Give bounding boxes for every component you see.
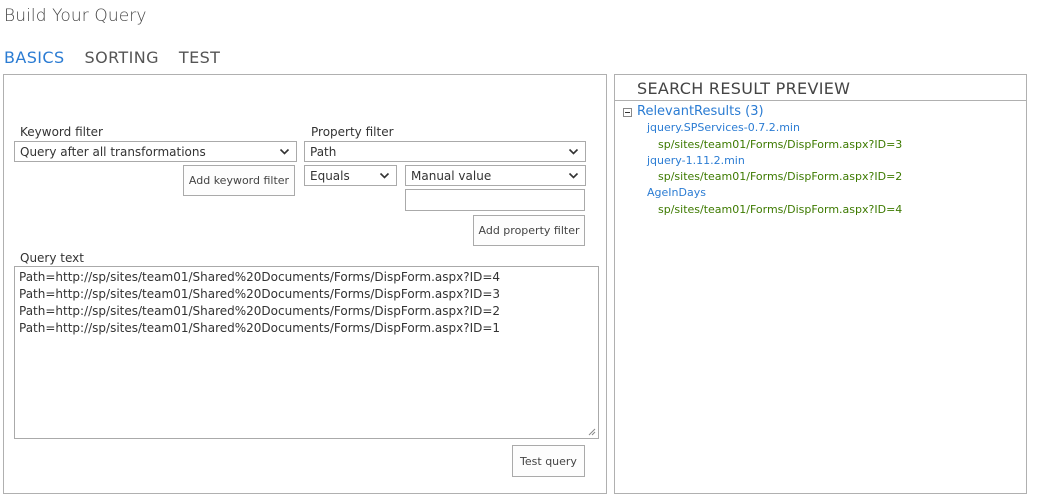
keyword-filter-select[interactable]: Query after all transformations <box>14 141 297 162</box>
tab-test[interactable]: TEST <box>179 48 220 70</box>
property-select-value: Path <box>310 144 337 159</box>
operator-select[interactable]: Equals <box>304 165 397 186</box>
value-mode-select[interactable]: Manual value <box>405 165 586 186</box>
result-tree: RelevantResults (3) jquery.SPServices-0.… <box>623 104 902 218</box>
add-keyword-filter-button[interactable]: Add keyword filter <box>183 165 295 196</box>
resize-grip-icon[interactable] <box>588 428 596 436</box>
result-title[interactable]: AgeInDays <box>623 185 902 201</box>
property-filter-label: Property filter <box>311 125 394 139</box>
property-select[interactable]: Path <box>304 141 586 162</box>
test-query-button[interactable]: Test query <box>512 445 585 477</box>
page-title: Build Your Query <box>4 6 147 26</box>
tab-sorting[interactable]: SORTING <box>85 48 159 70</box>
chevron-down-icon <box>568 172 579 179</box>
search-result-preview-panel: SEARCH RESULT PREVIEW RelevantResults (3… <box>614 74 1027 494</box>
relevant-results-node[interactable]: RelevantResults (3) <box>637 104 764 119</box>
chevron-down-icon <box>379 172 390 179</box>
query-builder-panel: Keyword filter Query after all transform… <box>3 74 607 494</box>
tab-bar: BASICS SORTING TEST <box>4 48 220 70</box>
keyword-filter-label: Keyword filter <box>20 125 103 139</box>
preview-header: SEARCH RESULT PREVIEW <box>615 75 1026 101</box>
add-property-filter-button[interactable]: Add property filter <box>473 215 585 246</box>
result-path: sp/sites/team01/Forms/DispForm.aspx?ID=3 <box>658 137 903 151</box>
query-text-line: Path=http://sp/sites/team01/Shared%20Doc… <box>19 304 501 318</box>
chevron-down-icon <box>279 148 290 155</box>
query-text-line: Path=http://sp/sites/team01/Shared%20Doc… <box>19 287 501 301</box>
query-text-area[interactable]: Path=http://sp/sites/team01/Shared%20Doc… <box>14 266 599 439</box>
chevron-down-icon <box>568 148 579 155</box>
query-text-line: Path=http://sp/sites/team01/Shared%20Doc… <box>19 321 501 335</box>
property-value-input[interactable] <box>405 189 585 211</box>
operator-select-value: Equals <box>310 168 350 183</box>
result-path: sp/sites/team01/Forms/DispForm.aspx?ID=4 <box>658 202 903 216</box>
value-mode-select-value: Manual value <box>411 168 492 183</box>
result-title[interactable]: jquery-1.11.2.min <box>623 153 902 169</box>
keyword-filter-value: Query after all transformations <box>20 144 206 159</box>
result-path: sp/sites/team01/Forms/DispForm.aspx?ID=2 <box>658 170 903 184</box>
result-title[interactable]: jquery.SPServices-0.7.2.min <box>623 120 902 136</box>
query-text-label: Query text <box>20 251 84 265</box>
collapse-icon[interactable] <box>623 107 632 117</box>
query-text-line: Path=http://sp/sites/team01/Shared%20Doc… <box>19 270 501 284</box>
tab-basics[interactable]: BASICS <box>4 48 65 70</box>
tree-root-row: RelevantResults (3) <box>623 104 902 120</box>
